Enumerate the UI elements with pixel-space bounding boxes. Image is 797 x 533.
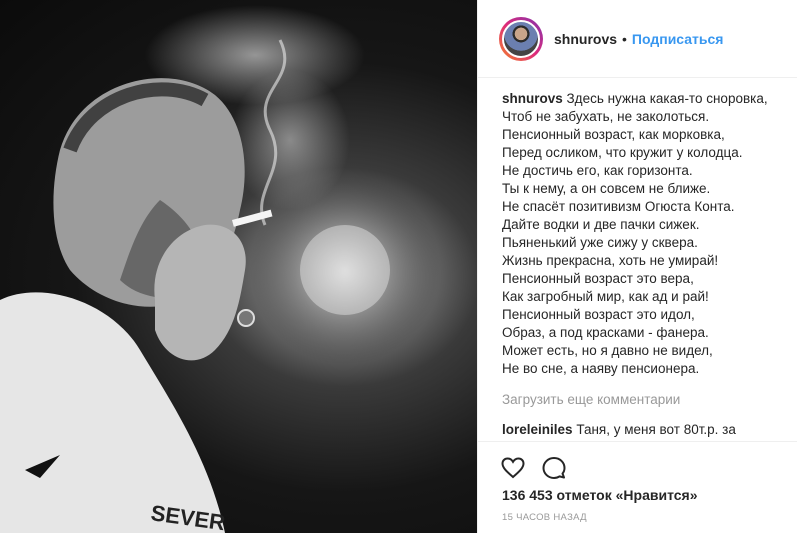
- caption-line: Не во сне, а наяву пенсионера.: [502, 361, 700, 376]
- caption-username[interactable]: shnurovs: [502, 91, 563, 106]
- avatar-image: [502, 19, 540, 58]
- caption-line: Образ, а под красками - фанера.: [502, 325, 709, 340]
- caption-line: Как загробный мир, как ад и рай!: [502, 289, 709, 304]
- comment-item: loreleiniles Таня, у меня вот 80т.р. за …: [502, 421, 782, 441]
- post-sidebar: shnurovs • Подписаться shnurovs Здесь ну…: [477, 0, 797, 533]
- caption-line: shnurovs Здесь нужна какая-то сноровка,: [502, 90, 782, 108]
- caption-line: Не спасёт позитивизм Огюста Конта.: [502, 199, 735, 214]
- speech-bubble-icon[interactable]: [542, 456, 566, 480]
- caption-line: Пьяненький уже сижу у сквера.: [502, 235, 698, 250]
- follow-button[interactable]: Подписаться: [632, 31, 724, 47]
- caption-line: Перед осликом, что кружит у колодца.: [502, 145, 743, 160]
- post-photo[interactable]: SEVER: [0, 0, 477, 533]
- likes-count[interactable]: 136 453 отметок «Нравится»: [502, 487, 698, 503]
- caption-line: Пенсионный возраст, как морковка,: [502, 127, 725, 142]
- caption-text: Здесь нужна какая-то сноровка,: [566, 91, 768, 106]
- caption-line: Дайте водки и две пачки сижек.: [502, 217, 700, 232]
- caption-line: Чтоб не забухать, не заколоться.: [502, 109, 710, 124]
- comment-username[interactable]: loreleiniles: [502, 422, 573, 437]
- load-more-comments-button[interactable]: Загрузить еще комментарии: [502, 391, 782, 409]
- caption-line: Не достичь его, как горизонта.: [502, 163, 693, 178]
- post-header: shnurovs • Подписаться: [478, 0, 797, 78]
- caption-line: Ты к нему, а он совсем не ближе.: [502, 181, 711, 196]
- photo-illustration: SEVER: [0, 5, 440, 533]
- caption: shnurovs Здесь нужна какая-то сноровка, …: [502, 90, 782, 378]
- header-username[interactable]: shnurovs: [554, 31, 617, 47]
- heart-outline-icon[interactable]: [501, 456, 525, 480]
- post-timestamp[interactable]: 15 часов назад: [502, 512, 587, 523]
- caption-line: Пенсионный возраст это вера,: [502, 271, 694, 286]
- caption-line: Жизнь прекрасна, хоть не умирай!: [502, 253, 719, 268]
- comments-section: shnurovs Здесь нужна какая-то сноровка, …: [502, 90, 782, 441]
- caption-line: Пенсионный возраст это идол,: [502, 307, 695, 322]
- avatar[interactable]: [499, 16, 543, 61]
- caption-line: Может есть, но я давно не видел,: [502, 343, 713, 358]
- separator-dot: •: [622, 30, 627, 47]
